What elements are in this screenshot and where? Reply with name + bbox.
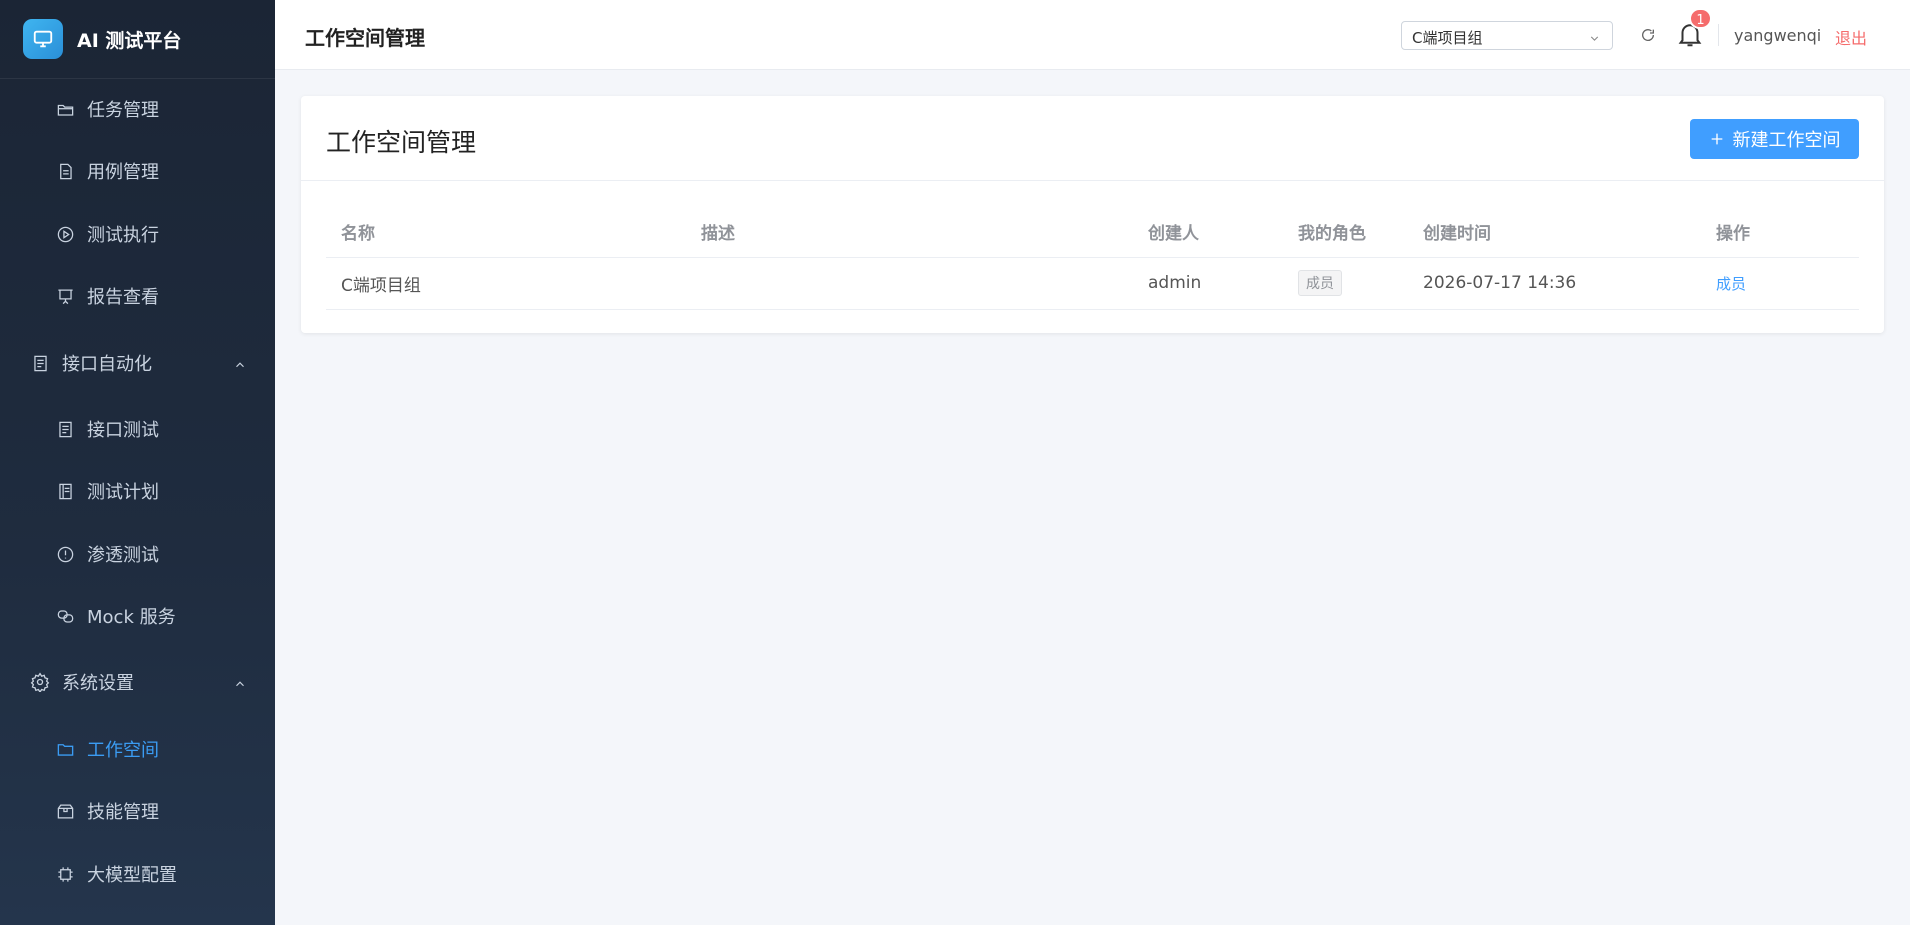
workspace-select-value: C端项目组 — [1412, 29, 1483, 47]
workspace-select[interactable]: C端项目组 — [1401, 21, 1613, 50]
cell-created-time: 2026-07-17 14:36 — [1408, 257, 1701, 310]
sidebar-item-label: Mock 服务 — [87, 607, 176, 628]
gear-icon — [30, 672, 50, 692]
workspace-card: 工作空间管理 新建工作空间 名称 描述 创建人 我的角色 创建时间 操作 C端项… — [301, 96, 1884, 333]
sidebar-item-execution[interactable]: 测试执行 — [0, 209, 275, 259]
column-header-description: 描述 — [686, 206, 1133, 258]
sidebar-item-llm-config[interactable]: 大模型配置 — [0, 849, 275, 899]
refresh-icon[interactable] — [1637, 24, 1659, 46]
sidebar-item-workspace[interactable]: 工作空间 — [0, 724, 275, 774]
role-tag: 成员 — [1298, 270, 1342, 296]
cell-description — [686, 257, 1133, 310]
cpu-icon — [55, 864, 75, 884]
sidebar-item-cases[interactable]: 用例管理 — [0, 146, 275, 196]
table-row: C端项目组 admin 成员 2026-07-17 14:36 成员 — [326, 257, 1859, 310]
card-title: 工作空间管理 — [326, 128, 477, 157]
document-icon — [55, 161, 75, 181]
chevron-down-icon — [1588, 31, 1601, 49]
folder-open-icon — [55, 99, 75, 119]
column-header-actions: 操作 — [1701, 206, 1859, 258]
sidebar-item-pentest[interactable]: 渗透测试 — [0, 529, 275, 579]
sidebar-item-label: 渗透测试 — [87, 545, 159, 566]
connection-icon — [55, 606, 75, 626]
sidebar-group-label: 接口自动化 — [62, 354, 152, 375]
app-title: AI 测试平台 — [77, 29, 182, 52]
plus-icon — [1709, 131, 1725, 147]
sidebar-item-label: 测试执行 — [87, 225, 159, 246]
sidebar-item-label: 大模型配置 — [87, 865, 177, 886]
sidebar-item-label: 任务管理 — [87, 100, 159, 121]
sidebar-item-label: 测试计划 — [87, 482, 159, 503]
top-header: 工作空间管理 C端项目组 1 yangwenqi 退出 — [275, 0, 1910, 70]
column-header-creator: 创建人 — [1133, 206, 1283, 258]
username: yangwenqi — [1734, 26, 1822, 45]
sidebar-item-label: 报告查看 — [87, 287, 159, 308]
cell-name: C端项目组 — [326, 257, 686, 310]
new-workspace-button[interactable]: 新建工作空间 — [1690, 119, 1859, 159]
sidebar-item-label: 技能管理 — [87, 802, 159, 823]
document-list-icon — [55, 419, 75, 439]
members-link[interactable]: 成员 — [1716, 275, 1746, 293]
sidebar-item-api-test[interactable]: 接口测试 — [0, 404, 275, 454]
sidebar-item-tasks[interactable]: 任务管理 — [0, 84, 275, 134]
column-header-my-role: 我的角色 — [1283, 206, 1408, 258]
sidebar-item-label: 接口测试 — [87, 420, 159, 441]
header-divider — [1718, 24, 1719, 46]
play-circle-icon — [55, 224, 75, 244]
chevron-up-icon — [233, 356, 247, 377]
warning-circle-icon — [55, 544, 75, 564]
chevron-up-icon — [233, 675, 247, 696]
notebook-icon — [55, 481, 75, 501]
column-header-created-time: 创建时间 — [1408, 206, 1701, 258]
page-title: 工作空间管理 — [305, 26, 425, 50]
cell-role: 成员 — [1283, 257, 1408, 310]
cell-creator: admin — [1133, 257, 1283, 310]
logout-link[interactable]: 退出 — [1835, 25, 1867, 49]
sidebar-item-label: 工作空间 — [87, 740, 159, 761]
column-header-name: 名称 — [326, 206, 686, 258]
workspace-table: 名称 描述 创建人 我的角色 创建时间 操作 C端项目组 admin 成员 20… — [326, 206, 1859, 310]
card-header: 工作空间管理 新建工作空间 — [301, 96, 1884, 181]
sidebar-item-test-plan[interactable]: 测试计划 — [0, 466, 275, 516]
folder-icon — [55, 739, 75, 759]
monitor-icon — [23, 19, 63, 59]
sidebar-group-api-automation[interactable]: 接口自动化 — [0, 338, 275, 388]
sidebar-item-label: 用例管理 — [87, 162, 159, 183]
sidebar-item-skills[interactable]: 技能管理 — [0, 786, 275, 836]
table-header-row: 名称 描述 创建人 我的角色 创建时间 操作 — [326, 206, 1859, 258]
presentation-icon — [55, 286, 75, 306]
cell-actions: 成员 — [1701, 257, 1859, 310]
box-icon — [55, 801, 75, 821]
sidebar-group-system-settings[interactable]: 系统设置 — [0, 657, 275, 707]
sidebar-item-reports[interactable]: 报告查看 — [0, 271, 275, 321]
notification-badge: 1 — [1689, 8, 1712, 29]
sidebar-item-mock[interactable]: Mock 服务 — [0, 591, 275, 641]
sidebar-group-label: 系统设置 — [62, 673, 134, 694]
document-list-icon — [30, 353, 50, 373]
brand: AI 测试平台 — [0, 0, 275, 79]
new-workspace-label: 新建工作空间 — [1732, 130, 1841, 150]
sidebar: AI 测试平台 任务管理 用例管理 测试执行 报告查看 接口自动化 接口测试 测… — [0, 0, 275, 925]
